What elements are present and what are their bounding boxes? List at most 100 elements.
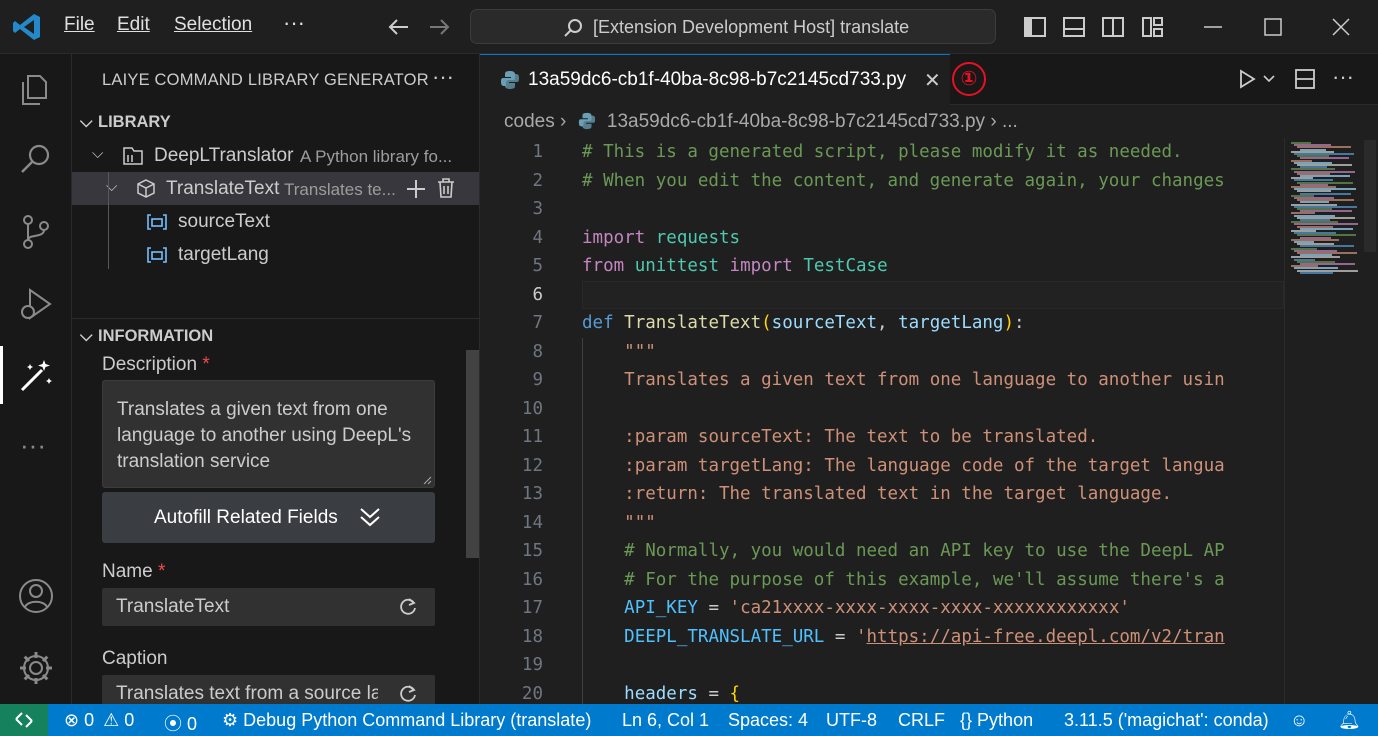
menu-more[interactable]: ··· xyxy=(283,10,305,36)
code-line[interactable]: 19 xyxy=(480,651,1284,680)
python-file-icon xyxy=(578,112,595,130)
python-interpreter[interactable]: 3.11.5 ('magichat': conda) xyxy=(1064,710,1269,731)
chevron-down-icon: ⌵ xyxy=(92,145,104,162)
code-line[interactable]: 2 # When you edit the content, and genera… xyxy=(480,167,1284,196)
trash-icon[interactable] xyxy=(436,177,456,199)
menu-file[interactable]: File xyxy=(64,14,95,36)
notifications-bell-icon[interactable]: 🔔︎ xyxy=(1338,710,1361,731)
code-line[interactable]: 8 """ xyxy=(480,338,1284,367)
code-line[interactable]: 4 import requests xyxy=(480,224,1284,253)
code-text: :return: The translated text in the targ… xyxy=(624,484,1173,504)
remote-indicator[interactable] xyxy=(0,704,48,736)
maximize-icon[interactable] xyxy=(1260,14,1286,40)
indentation[interactable]: Spaces: 4 xyxy=(728,710,808,731)
sidebar-more-icon[interactable]: ··· xyxy=(432,64,454,90)
back-arrow-icon[interactable] xyxy=(386,14,412,40)
close-tab-icon[interactable]: ✕ xyxy=(924,68,941,93)
code-line[interactable]: 15 # Normally, you would need an API key… xyxy=(480,537,1284,566)
run-python-icon[interactable] xyxy=(1236,68,1258,90)
code-line[interactable]: 11 :param sourceText: The text to be tra… xyxy=(480,423,1284,452)
code-line[interactable]: 1 # This is a generated script, please mo… xyxy=(480,138,1284,167)
chevron-down-icon[interactable] xyxy=(1262,72,1276,86)
copilot-icon[interactable]: ☺ xyxy=(1290,710,1308,731)
sidebar: LAIYE COMMAND LIBRARY GENERATOR ··· ⌵ LIB… xyxy=(72,54,480,704)
autofill-related-fields-button[interactable]: Autofill Related Fields xyxy=(102,492,435,543)
toggle-sidebar-icon[interactable] xyxy=(1022,14,1048,40)
more-views-icon[interactable]: ··· xyxy=(20,430,46,461)
code-line[interactable]: 12 :param targetLang: The language code … xyxy=(480,452,1284,481)
customize-layout-icon[interactable] xyxy=(1140,14,1166,40)
chevron-right-icon: › xyxy=(990,111,1002,132)
regenerate-icon[interactable] xyxy=(399,596,419,616)
library-item-targetlang[interactable]: targetLang xyxy=(72,238,479,271)
run-debug-icon[interactable] xyxy=(16,284,56,324)
library-item-sourcetext[interactable]: sourceText xyxy=(72,205,479,238)
code-line[interactable]: 10 xyxy=(480,395,1284,424)
sidebar-scrollbar[interactable] xyxy=(466,350,479,558)
code-line[interactable]: 17 API_KEY = 'ca21xxxx-xxxx-xxxx-xxxx-xx… xyxy=(480,594,1284,623)
vscode-logo-icon[interactable] xyxy=(12,12,42,42)
code-text: DEEPL_TRANSLATE_URL = 'https://api-free.… xyxy=(624,626,1225,647)
code-line[interactable]: 9 Translates a given text from one langu… xyxy=(480,366,1284,395)
code-text: def TranslateText(sourceText, targetLang… xyxy=(582,313,1025,333)
breadcrumb-folder[interactable]: codes xyxy=(504,111,555,132)
forward-arrow-icon[interactable] xyxy=(426,14,452,40)
minimap[interactable] xyxy=(1284,138,1360,704)
search-icon[interactable] xyxy=(16,139,56,179)
code-line[interactable]: 6 xyxy=(480,281,1284,310)
resize-grip-icon[interactable] xyxy=(422,475,432,485)
magic-wand-icon[interactable] xyxy=(16,356,56,396)
breadcrumb-symbol[interactable]: ... xyxy=(1002,111,1018,132)
library-item-deepltranslator[interactable]: ⌵ DeepLTranslator A Python library fo... xyxy=(72,139,479,172)
encoding[interactable]: UTF-8 xyxy=(826,710,877,731)
minimize-icon[interactable] xyxy=(1200,14,1226,40)
sidebar-title: LAIYE COMMAND LIBRARY GENERATOR xyxy=(102,71,429,89)
add-icon[interactable] xyxy=(405,178,427,200)
code-line[interactable]: 14 """ xyxy=(480,509,1284,538)
problems-indicator[interactable]: ⊗ 0 ⚠ 0 xyxy=(64,710,134,731)
name-input[interactable]: TranslateText xyxy=(102,588,435,626)
library-item-translatetext[interactable]: ⌵ TranslateText Translates te... xyxy=(72,172,479,205)
breadcrumb-file[interactable]: 13a59dc6-cb1f-40ba-8c98-b7c2145cd733.py xyxy=(607,111,985,132)
code-line[interactable]: 20 headers = { xyxy=(480,680,1284,705)
ports-indicator[interactable]: ⦿ 0 xyxy=(164,710,197,736)
command-center[interactable]: [Extension Development Host] translate xyxy=(470,9,996,44)
regenerate-icon[interactable] xyxy=(399,683,419,703)
scrollbar-thumb[interactable] xyxy=(1364,140,1376,252)
minimap-line xyxy=(1300,271,1333,274)
code-text: from unittest import TestCase xyxy=(582,256,888,276)
toggle-panel-icon[interactable] xyxy=(1061,14,1087,40)
source-control-icon[interactable] xyxy=(16,212,56,252)
active-indicator xyxy=(0,346,3,404)
code-line[interactable]: 5 from unittest import TestCase xyxy=(480,252,1284,281)
code-text: API_KEY = 'ca21xxxx-xxxx-xxxx-xxxx-xxxxx… xyxy=(624,598,1130,618)
close-window-icon[interactable] xyxy=(1328,14,1354,40)
line-number: 10 xyxy=(521,398,543,419)
code-line[interactable]: 3 xyxy=(480,195,1284,224)
editor-area: 13a59dc6-cb1f-40ba-8c98-b7c2145cd733.py … xyxy=(480,54,1378,704)
code-line[interactable]: 16 # For the purpose of this example, we… xyxy=(480,566,1284,595)
toggle-secondary-sidebar-icon[interactable] xyxy=(1100,14,1126,40)
line-number: 12 xyxy=(521,455,543,476)
debug-config[interactable]: ⚙ Debug Python Command Library (translat… xyxy=(222,710,591,731)
explorer-icon[interactable] xyxy=(16,68,56,108)
editor-scrollbar[interactable] xyxy=(1360,138,1378,704)
caption-input[interactable]: Translates text from a source la xyxy=(102,675,435,704)
editor-more-actions-icon[interactable]: ··· xyxy=(1332,64,1354,90)
language-mode[interactable]: {} Python xyxy=(960,710,1033,731)
information-section-header[interactable]: ⌵ INFORMATION xyxy=(80,327,213,346)
caption-label: Caption xyxy=(102,648,168,669)
split-editor-icon[interactable] xyxy=(1294,68,1316,90)
tab-editor-file[interactable]: 13a59dc6-cb1f-40ba-8c98-b7c2145cd733.py … xyxy=(480,54,950,105)
cursor-position[interactable]: Ln 6, Col 1 xyxy=(622,710,709,731)
description-textarea[interactable]: Translates a given text from one languag… xyxy=(102,380,435,488)
end-of-line[interactable]: CRLF xyxy=(898,710,945,731)
code-line[interactable]: 18 DEEPL_TRANSLATE_URL = 'https://api-fr… xyxy=(480,623,1284,652)
library-section-header[interactable]: ⌵ LIBRARY xyxy=(80,113,171,132)
code-line[interactable]: 13 :return: The translated text in the t… xyxy=(480,480,1284,509)
settings-gear-icon[interactable] xyxy=(16,648,56,688)
menu-selection[interactable]: Selection xyxy=(174,14,252,36)
code-line[interactable]: 7 def TranslateText(sourceText, targetLan… xyxy=(480,309,1284,338)
menu-edit[interactable]: Edit xyxy=(117,14,150,36)
account-icon[interactable] xyxy=(16,576,56,616)
